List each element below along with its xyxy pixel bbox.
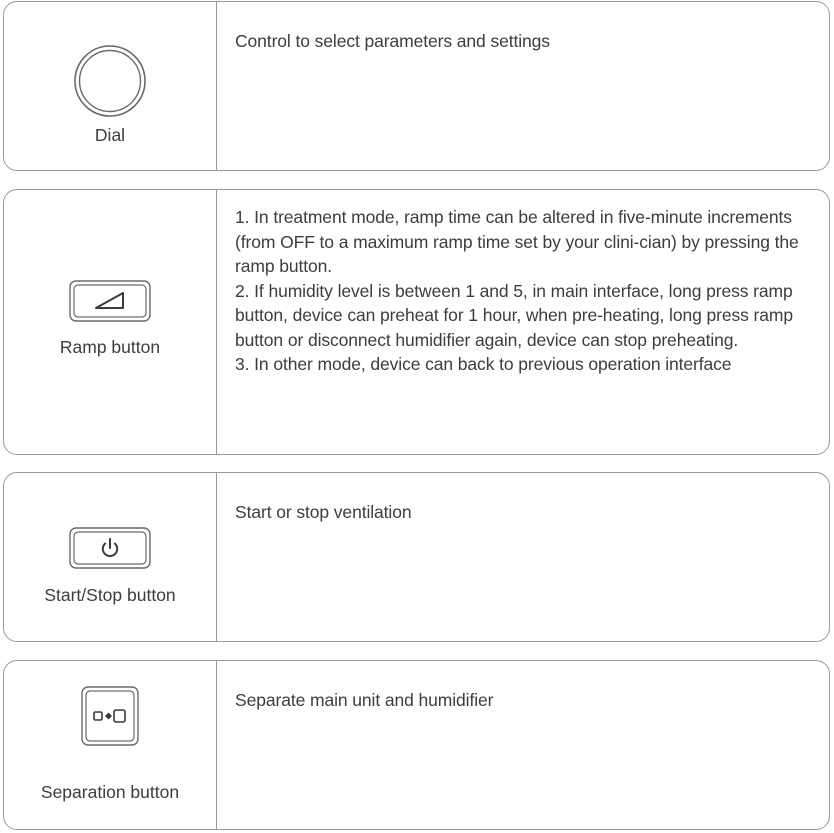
ramp-icon [69, 280, 151, 327]
control-description: Start or stop ventilation [217, 473, 829, 641]
control-cell-ramp: Ramp button [4, 190, 217, 454]
dial-icon [73, 44, 147, 123]
control-card-ramp: Ramp button 1. In treatment mode, ramp t… [3, 189, 830, 455]
separation-icon [81, 686, 139, 751]
description-text: Control to select parameters and setting… [235, 31, 550, 51]
description-text: Separate main unit and humidifier [235, 690, 494, 710]
description-item-3: 3. In other mode, device can back to pre… [235, 354, 732, 374]
control-card-dial: Dial Control to select parameters and se… [3, 1, 830, 171]
power-icon [69, 527, 151, 574]
description-item-1: 1. In treatment mode, ramp time can be a… [235, 207, 799, 276]
control-cell-start-stop: Start/Stop button [4, 473, 217, 641]
control-label: Start/Stop button [44, 585, 176, 605]
control-card-start-stop: Start/Stop button Start or stop ventilat… [3, 472, 830, 642]
control-description: Control to select parameters and setting… [217, 2, 829, 170]
control-description: Separate main unit and humidifier [217, 661, 829, 829]
control-description: 1. In treatment mode, ramp time can be a… [217, 190, 829, 454]
description-item-2: 2. If humidity level is between 1 and 5,… [235, 280, 794, 350]
control-label: Dial [94, 125, 126, 145]
description-text: Start or stop ventilation [235, 502, 412, 522]
control-cell-separation: Separation button [4, 661, 217, 829]
control-label: Ramp button [59, 337, 161, 357]
control-label: Separation button [40, 782, 180, 802]
control-cell-dial: Dial [4, 2, 217, 170]
control-card-separation: Separation button Separate main unit and… [3, 660, 830, 830]
